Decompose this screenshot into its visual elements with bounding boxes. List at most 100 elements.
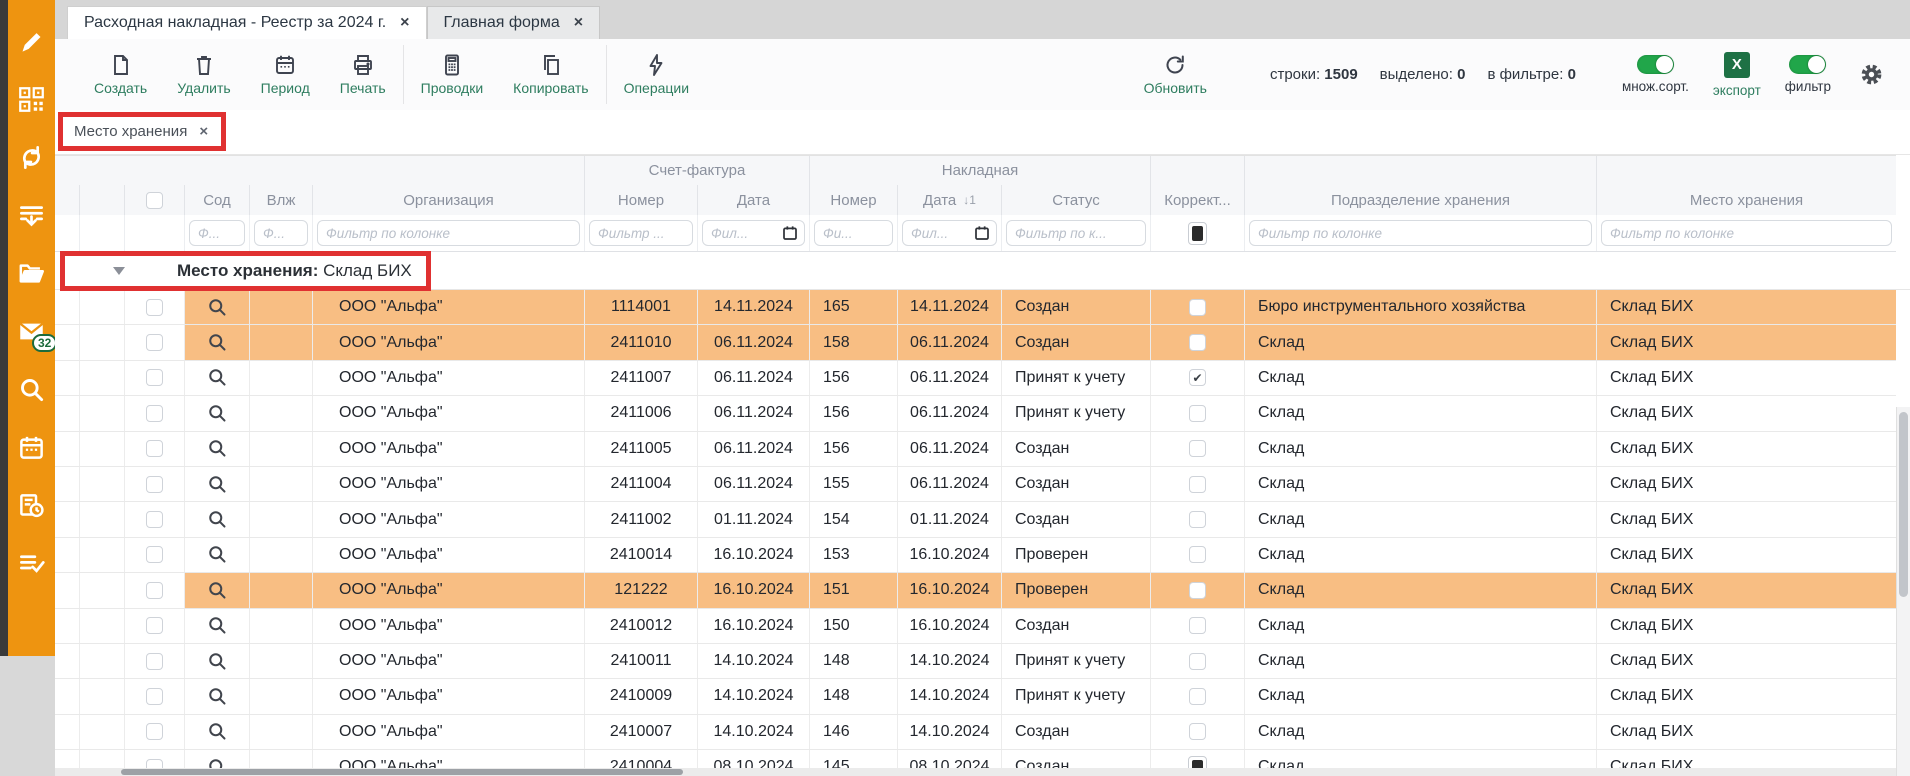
row-cell-sod[interactable] — [185, 715, 250, 749]
filter-chip-place-of-storage[interactable]: Место хранения × — [64, 118, 220, 145]
row-checkbox[interactable] — [146, 617, 163, 634]
row-cell-sod[interactable] — [185, 290, 250, 324]
col-header-vlj[interactable]: Влж — [250, 185, 313, 215]
export-button[interactable]: X экспорт — [1703, 39, 1771, 110]
row-checkbox[interactable] — [146, 369, 163, 386]
table-row[interactable]: ООО "Альфа" 2410014 16.10.2024 153 16.10… — [55, 538, 1896, 573]
row-cell-sod[interactable] — [185, 502, 250, 536]
search-icon[interactable] — [18, 376, 45, 403]
row-checkbox[interactable] — [146, 723, 163, 740]
korr-checkbox[interactable] — [1189, 582, 1206, 599]
mail-icon[interactable]: 32 — [18, 318, 45, 345]
korr-filter-checkbox[interactable] — [1188, 222, 1207, 245]
row-cell-sod[interactable] — [185, 467, 250, 501]
col-header-n-num[interactable]: Номер — [810, 185, 898, 215]
row-checkbox[interactable] — [146, 476, 163, 493]
korr-checkbox[interactable] — [1189, 546, 1206, 563]
filter-input-mesto[interactable] — [1601, 220, 1892, 246]
table-row[interactable]: ООО "Альфа" 2410007 14.10.2024 146 14.10… — [55, 715, 1896, 750]
row-cell-sod[interactable] — [185, 325, 250, 359]
row-checkbox[interactable] — [146, 582, 163, 599]
table-row[interactable]: ООО "Альфа" 2410012 16.10.2024 150 16.10… — [55, 609, 1896, 644]
qr-code-icon[interactable] — [18, 86, 45, 113]
korr-checkbox[interactable] — [1189, 653, 1206, 670]
korr-checkbox[interactable] — [1189, 299, 1206, 316]
pencil-icon[interactable] — [18, 28, 45, 55]
sync-icon[interactable] — [18, 144, 45, 171]
table-row[interactable]: ООО "Альфа" 2411004 06.11.2024 155 06.11… — [55, 467, 1896, 502]
magnifier-icon[interactable] — [207, 651, 228, 672]
settings-button[interactable] — [1841, 39, 1910, 110]
operations-button[interactable]: Операции — [609, 39, 705, 110]
table-row[interactable]: ООО "Альфа" 1114001 14.11.2024 165 14.11… — [55, 290, 1896, 325]
copy-button[interactable]: Копировать — [498, 39, 603, 110]
create-button[interactable]: Создать — [79, 39, 162, 110]
vertical-scrollbar-thumb[interactable] — [1899, 412, 1908, 597]
magnifier-icon[interactable] — [207, 474, 228, 495]
col-header-n-date[interactable]: Дата↓1 — [898, 185, 1002, 215]
tab-main-form[interactable]: Главная форма × — [427, 6, 601, 39]
filter-input-sod[interactable] — [189, 220, 245, 246]
table-row[interactable]: ООО "Альфа" 2411007 06.11.2024 156 06.11… — [55, 361, 1896, 396]
calendar-icon[interactable] — [18, 434, 45, 461]
tab-close-icon[interactable]: × — [574, 14, 583, 32]
tab-close-icon[interactable]: × — [400, 14, 409, 32]
magnifier-icon[interactable] — [207, 509, 228, 530]
tab-register-2024[interactable]: Расходная накладная - Реестр за 2024 г. … — [67, 6, 427, 39]
magnifier-icon[interactable] — [207, 580, 228, 601]
horizontal-scrollbar[interactable] — [55, 768, 1896, 776]
row-checkbox[interactable] — [146, 511, 163, 528]
korr-checkbox[interactable] — [1189, 405, 1206, 422]
filter-input-vlj[interactable] — [254, 220, 308, 246]
row-cell-sod[interactable] — [185, 361, 250, 395]
row-cell-sod[interactable] — [185, 609, 250, 643]
col-header-sf-date[interactable]: Дата — [698, 185, 810, 215]
multi-sort-toggle[interactable]: множ.сорт. — [1612, 39, 1699, 110]
col-header-korr[interactable]: Коррект... — [1151, 185, 1245, 215]
row-checkbox[interactable] — [146, 440, 163, 457]
korr-checkbox[interactable] — [1189, 688, 1206, 705]
magnifier-icon[interactable] — [207, 332, 228, 353]
table-row[interactable]: ООО "Альфа" 2411005 06.11.2024 156 06.11… — [55, 432, 1896, 467]
table-row[interactable]: ООО "Альфа" 2411006 06.11.2024 156 06.11… — [55, 396, 1896, 431]
col-header-podr[interactable]: Подразделение хранения — [1245, 185, 1597, 215]
row-cell-sod[interactable] — [185, 644, 250, 678]
delete-button[interactable]: Удалить — [162, 39, 245, 110]
vertical-scrollbar[interactable] — [1896, 407, 1910, 776]
row-checkbox[interactable] — [146, 653, 163, 670]
horizontal-scrollbar-thumb[interactable] — [121, 769, 683, 775]
calendar-icon[interactable] — [974, 225, 990, 241]
magnifier-icon[interactable] — [207, 297, 228, 318]
magnifier-icon[interactable] — [207, 367, 228, 388]
table-row[interactable]: ООО "Альфа" 2410011 14.10.2024 148 14.10… — [55, 644, 1896, 679]
col-header-sod[interactable]: Сод — [185, 185, 250, 215]
folder-open-icon[interactable] — [18, 260, 45, 287]
table-row[interactable]: ООО "Альфа" 2410009 14.10.2024 148 14.10… — [55, 679, 1896, 714]
magnifier-icon[interactable] — [207, 438, 228, 459]
filter-input-n-num[interactable] — [814, 220, 893, 246]
period-button[interactable]: Период — [246, 39, 325, 110]
filter-input-sf-num[interactable] — [589, 220, 693, 246]
col-header-org[interactable]: Организация — [313, 185, 585, 215]
magnifier-icon[interactable] — [207, 403, 228, 424]
table-row[interactable]: ООО "Альфа" 121222 16.10.2024 151 16.10.… — [55, 573, 1896, 608]
korr-checkbox[interactable] — [1189, 476, 1206, 493]
print-queue-icon[interactable] — [18, 202, 45, 229]
toggle-on-icon[interactable] — [1637, 55, 1674, 74]
filter-toggle[interactable]: фильтр — [1775, 39, 1841, 110]
row-cell-sod[interactable] — [185, 432, 250, 466]
col-header-sf-num[interactable]: Номер — [585, 185, 698, 215]
table-row[interactable]: ООО "Альфа" 2411002 01.11.2024 154 01.11… — [55, 502, 1896, 537]
excel-icon[interactable]: X — [1724, 52, 1750, 78]
filter-input-podr[interactable] — [1249, 220, 1592, 246]
row-cell-sod[interactable] — [185, 538, 250, 572]
select-all-checkbox[interactable] — [146, 192, 163, 209]
collapse-triangle-icon[interactable] — [113, 267, 125, 275]
row-checkbox[interactable] — [146, 334, 163, 351]
row-checkbox[interactable] — [146, 299, 163, 316]
checklist-icon[interactable] — [18, 550, 45, 577]
magnifier-icon[interactable] — [207, 544, 228, 565]
calendar-icon[interactable] — [782, 225, 798, 241]
print-button[interactable]: Печать — [325, 39, 401, 110]
korr-checkbox[interactable] — [1189, 723, 1206, 740]
